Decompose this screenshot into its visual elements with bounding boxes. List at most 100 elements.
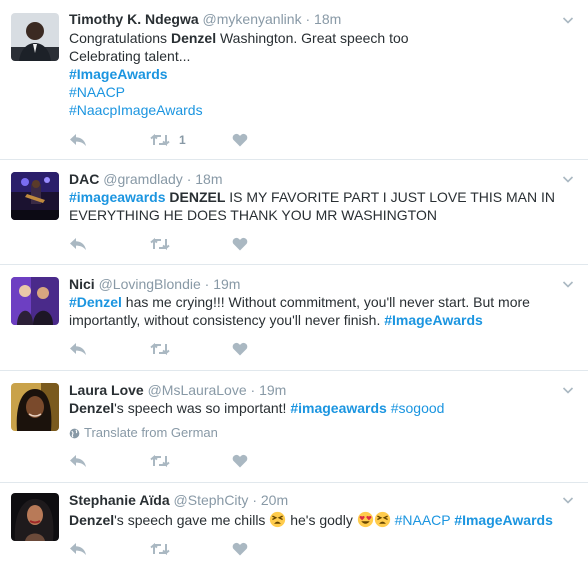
like-button[interactable] [232, 341, 248, 357]
hashtag-link[interactable]: #imageawards [290, 400, 387, 416]
chevron-down-icon[interactable] [562, 173, 574, 185]
user-handle[interactable]: @MsLauraLove [148, 382, 247, 398]
heart-icon [232, 133, 248, 147]
timestamp[interactable]: 18m [314, 11, 341, 27]
hashtag-link[interactable]: #NAACP [69, 84, 125, 100]
tweet-text-segment: he's godly [286, 512, 357, 528]
separator-dot: · [204, 276, 210, 292]
chevron-down-icon[interactable] [562, 384, 574, 396]
reply-button[interactable] [69, 453, 87, 469]
tweet-text: Denzel's speech was so important! #image… [69, 399, 574, 417]
reply-button[interactable] [69, 132, 87, 148]
user-handle[interactable]: @gramdlady [103, 171, 183, 187]
hashtag-link[interactable]: #NaacpImageAwards [69, 102, 203, 118]
like-button[interactable] [232, 236, 248, 252]
translate-label[interactable]: Translate from German [84, 425, 218, 440]
hashtag-link[interactable]: #ImageAwards [69, 66, 168, 82]
avatar[interactable] [11, 172, 59, 220]
tweet-text-line: #Denzel has me crying!!! Without commitm… [69, 293, 574, 311]
tweet-text: #imageawards DENZEL IS MY FAVORITE PART … [69, 188, 574, 224]
tweet-text-segment: Denzel [69, 512, 115, 528]
like-button[interactable] [232, 453, 248, 469]
reply-button[interactable] [69, 541, 87, 557]
chevron-down-icon[interactable] [562, 494, 574, 506]
reply-icon [70, 455, 86, 467]
avatar[interactable] [11, 383, 59, 431]
tweet-text-segment: Denzel [69, 400, 115, 416]
user-handle[interactable]: @StephCity [174, 492, 249, 508]
chevron-down-icon[interactable] [562, 14, 574, 26]
timestamp[interactable]: 19m [259, 382, 286, 398]
user-handle[interactable]: @mykenyanlink [203, 11, 302, 27]
avatar-image [11, 493, 59, 541]
retweet-icon [150, 133, 170, 147]
retweet-icon [150, 454, 170, 468]
tweet-header: DAC @gramdlady · 18m [69, 170, 223, 188]
heart-icon [232, 342, 248, 356]
retweet-button[interactable] [150, 236, 179, 252]
tweet-text-segment: EVERYTHING HE DOES THANK YOU MR WASHINGT… [69, 207, 437, 223]
reply-icon [70, 343, 86, 355]
heart-icon [232, 542, 248, 556]
heart-icon [232, 454, 248, 468]
tweet-card[interactable]: DAC @gramdlady · 18m #imageawards DENZEL… [0, 160, 588, 265]
like-button[interactable] [232, 132, 248, 148]
hashtag-link[interactable]: #imageawards [69, 189, 166, 205]
display-name[interactable]: DAC [69, 171, 99, 187]
tweet-card[interactable]: Laura Love @MsLauraLove · 19m Denzel's s… [0, 371, 588, 483]
tweet-text-segment: has me crying!!! Without commitment, you… [121, 294, 530, 310]
hashtag-link[interactable]: #ImageAwards [384, 312, 483, 328]
timestamp[interactable]: 20m [261, 492, 288, 508]
retweet-button[interactable] [150, 341, 179, 357]
tweet-text-segment: Denzel [170, 30, 217, 46]
retweet-icon [150, 237, 170, 251]
display-name[interactable]: Timothy K. Ndegwa [69, 11, 199, 27]
hashtag-link[interactable]: #NAACP [395, 512, 451, 528]
hashtag-link[interactable]: #ImageAwards [454, 512, 553, 528]
translate-link[interactable]: Translate from German [69, 425, 218, 441]
timestamp[interactable]: 18m [195, 171, 222, 187]
tweet-text: #Denzel has me crying!!! Without commitm… [69, 293, 574, 329]
reply-button[interactable] [69, 236, 87, 252]
separator-dot: · [186, 171, 192, 187]
retweet-button[interactable] [150, 541, 179, 557]
tweet-card[interactable]: Stephanie Aïda @StephCity · 20m Denzel's… [0, 483, 588, 573]
hashtag-link[interactable]: #sogood [391, 400, 445, 416]
display-name[interactable]: Stephanie Aïda [69, 492, 170, 508]
heart-icon [232, 237, 248, 251]
display-name[interactable]: Nici [69, 276, 95, 292]
hashtag-link[interactable]: #Denzel [69, 294, 122, 310]
tweet-card[interactable]: Timothy K. Ndegwa @mykenyanlink · 18m Co… [0, 0, 588, 160]
tweet-text-segment: Celebrating talent... [69, 48, 191, 64]
globe-icon [69, 428, 80, 439]
tweet-header: Stephanie Aïda @StephCity · 20m [69, 491, 288, 509]
avatar[interactable] [11, 277, 59, 325]
tweet-text-line: Congratulations Denzel Washington. Great… [69, 29, 574, 47]
display-name[interactable]: Laura Love [69, 382, 144, 398]
separator-dot: · [305, 11, 311, 27]
retweet-button[interactable] [150, 453, 179, 469]
tweet-text-line: Denzel's speech gave me chills he's godl… [69, 511, 574, 529]
reply-button[interactable] [69, 341, 87, 357]
avatar[interactable] [11, 13, 59, 61]
avatar[interactable] [11, 493, 59, 541]
user-handle[interactable]: @LovingBlondie [99, 276, 201, 292]
avatar-image [11, 383, 59, 431]
retweet-button[interactable]: 1 [150, 132, 186, 148]
like-button[interactable] [232, 541, 248, 557]
tweet-text-line: Celebrating talent... [69, 47, 574, 65]
retweet-icon [150, 342, 170, 356]
timestamp[interactable]: 19m [213, 276, 240, 292]
tweet-text: Denzel's speech gave me chills he's godl… [69, 511, 574, 529]
tweet-text-segment: Congratulations [69, 30, 171, 46]
tweet-text-line: Denzel's speech was so important! #image… [69, 399, 574, 417]
tweet-card[interactable]: Nici @LovingBlondie · 19m #Denzel has me… [0, 265, 588, 371]
tweet-text-segment: 's speech was so important! [114, 400, 291, 416]
tweet-text-line: #ImageAwards [69, 65, 574, 83]
separator-dot: · [250, 382, 256, 398]
avatar-image [11, 172, 59, 220]
chevron-down-icon[interactable] [562, 278, 574, 290]
avatar-image [11, 13, 59, 61]
reply-icon [70, 134, 86, 146]
tweet-text-segment: DENZEL [169, 189, 226, 205]
